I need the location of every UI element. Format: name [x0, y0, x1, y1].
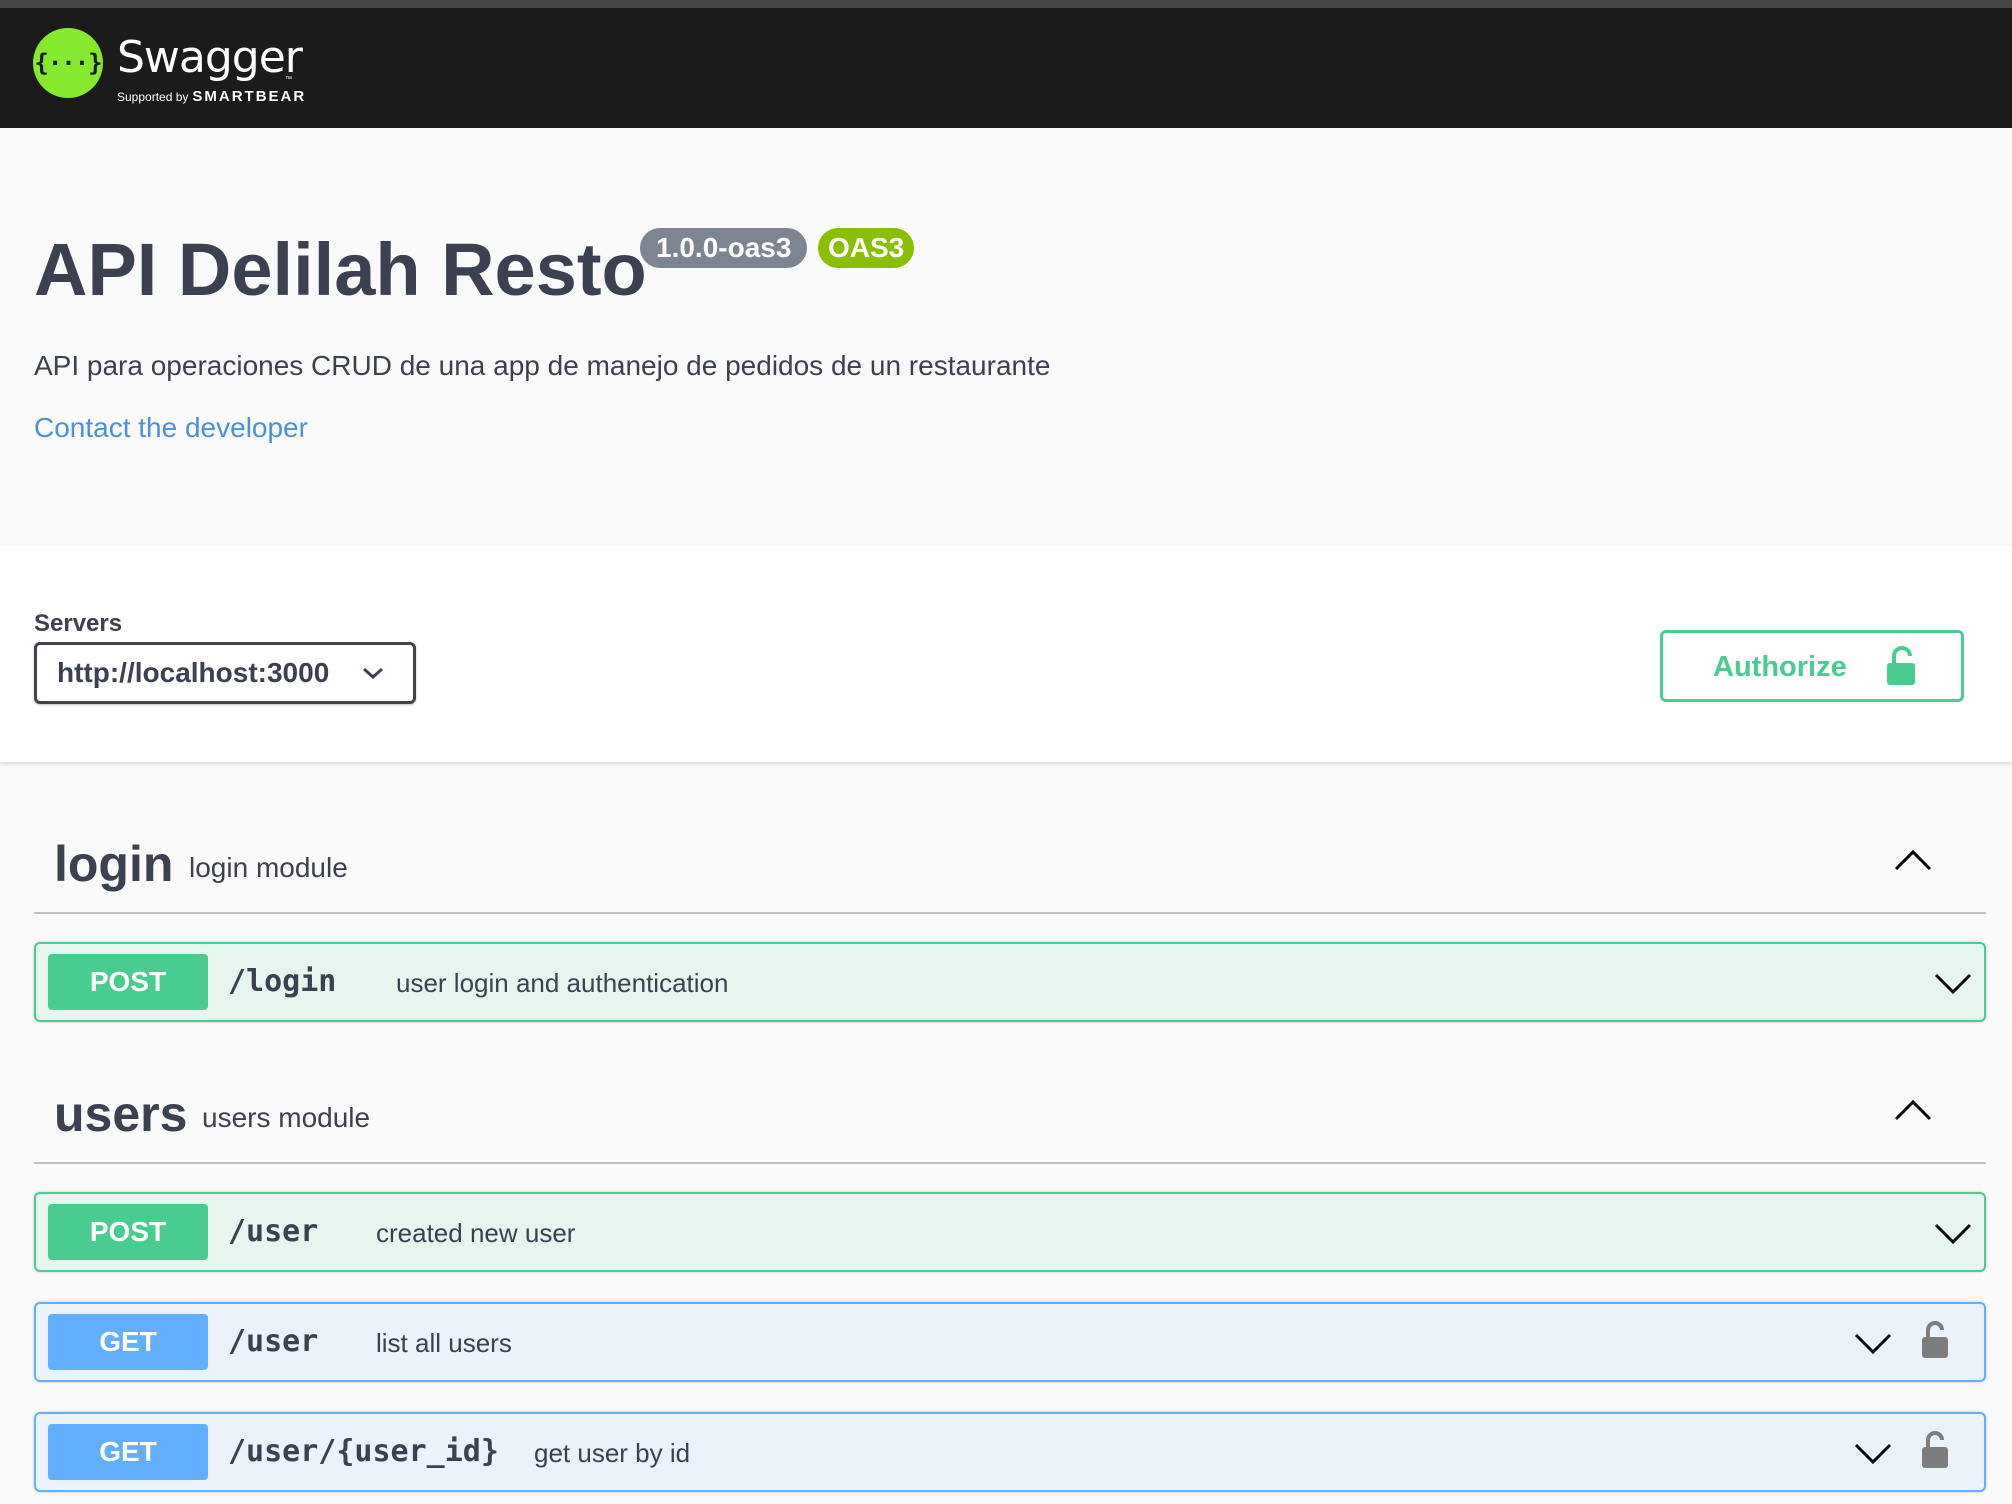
operation-path: /login: [228, 964, 337, 999]
operation-summary: get user by id: [534, 1438, 691, 1468]
chevron-down-icon: [363, 667, 383, 680]
servers-selected-value: http://localhost:3000: [57, 657, 330, 688]
method-badge: GET: [48, 1314, 208, 1370]
swagger-logo-icon: {···}: [33, 28, 103, 98]
opblock-get-user-by-id[interactable]: GET /user/{user_id} get user by id: [34, 1412, 1986, 1492]
scheme-container: Servers http://localhost:3000 Authorize: [0, 546, 2012, 762]
chevron-down-icon[interactable]: [1934, 972, 1972, 996]
method-badge: GET: [48, 1424, 208, 1480]
contact-developer-link[interactable]: Contact the developer: [34, 410, 308, 446]
logo-trademark: ™: [285, 76, 292, 83]
api-description: API para operaciones CRUD de una app de …: [34, 350, 1051, 381]
servers-label: Servers: [34, 610, 123, 637]
tag-name: login: [54, 836, 174, 892]
unlocked-icon[interactable]: [1920, 1430, 1950, 1470]
tag-description: login module: [189, 852, 348, 883]
operation-path: /user: [228, 1214, 319, 1249]
logo-company: SMARTBEAR: [192, 88, 307, 105]
opblock-post-login[interactable]: POST /login user login and authenticatio…: [34, 942, 1986, 1022]
operation-path: /user/{user_id}: [228, 1434, 499, 1469]
api-title: API Delilah Resto: [34, 228, 647, 311]
tag-description: users module: [202, 1102, 371, 1133]
chevron-up-icon[interactable]: [1894, 1098, 1932, 1122]
authorize-label: Authorize: [1713, 651, 1847, 683]
opblock-get-user[interactable]: GET /user list all users: [34, 1302, 1986, 1382]
authorize-button[interactable]: Authorize: [1660, 630, 1964, 702]
chevron-down-icon[interactable]: [1854, 1332, 1892, 1356]
chevron-down-icon[interactable]: [1934, 1222, 1972, 1246]
logo-supported-by-text: Supported by: [117, 90, 189, 104]
operation-path: /user: [228, 1324, 319, 1359]
tag-header-users[interactable]: users users module: [34, 1068, 1986, 1164]
unlocked-icon: [1887, 646, 1915, 685]
method-badge: POST: [48, 1204, 208, 1260]
tag-header-login[interactable]: login login module: [34, 818, 1986, 914]
logo-supported-by: Supported by SMARTBEAR: [117, 88, 306, 105]
tag-name: users: [54, 1086, 188, 1142]
operation-summary: created new user: [376, 1218, 576, 1248]
oas-badge: OAS3: [818, 228, 915, 268]
operation-summary: list all users: [376, 1328, 512, 1358]
topbar: {···} Swagger ™ Supported by SMARTBEAR: [0, 0, 2012, 128]
servers-select[interactable]: http://localhost:3000: [34, 642, 416, 704]
chevron-down-icon[interactable]: [1854, 1442, 1892, 1466]
logo-name: Swagger: [117, 32, 303, 83]
operation-summary: user login and authentication: [396, 968, 729, 998]
opblock-post-user[interactable]: POST /user created new user: [34, 1192, 1986, 1272]
swagger-logo[interactable]: {···} Swagger ™ Supported by SMARTBEAR: [33, 28, 333, 108]
method-badge: POST: [48, 954, 208, 1010]
unlocked-icon[interactable]: [1920, 1320, 1950, 1360]
chevron-up-icon[interactable]: [1894, 848, 1932, 872]
version-badge: 1.0.0-oas3: [640, 228, 808, 268]
